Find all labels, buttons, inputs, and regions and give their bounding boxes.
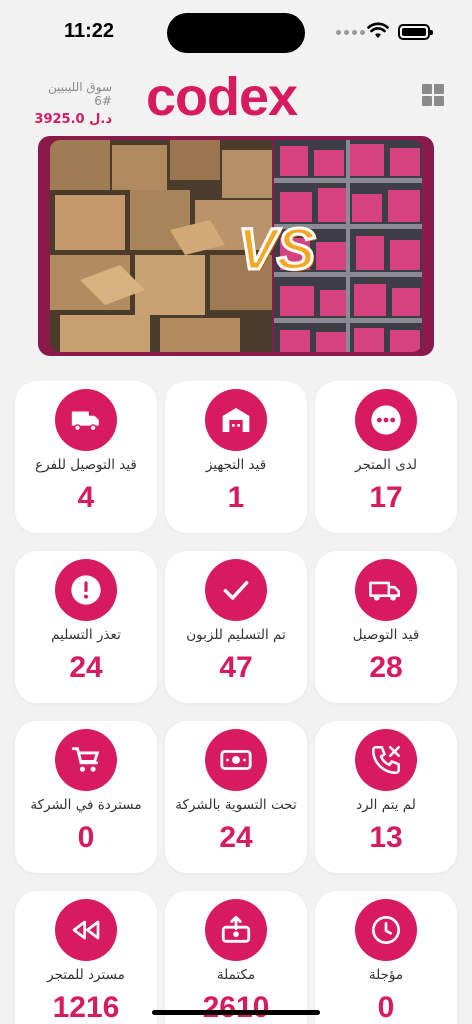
wifi-icon — [367, 22, 389, 38]
signal-icon — [336, 30, 365, 35]
more-dots-icon — [355, 389, 417, 451]
card-count: 4 — [77, 481, 95, 514]
rewind-icon — [55, 899, 117, 961]
card-count: 28 — [369, 651, 403, 684]
dynamic-island — [167, 13, 305, 53]
card-count: 17 — [369, 481, 403, 514]
card-pending-branch-delivery[interactable]: قيد التوصيل للفرع 4 — [15, 381, 157, 533]
check-icon — [205, 559, 267, 621]
store-name: سوق الليبيين #6 — [48, 80, 112, 108]
card-label: مكتملة — [216, 967, 256, 983]
home-indicator[interactable] — [152, 1010, 320, 1015]
card-returned-store[interactable]: مسترد للمتجر 1216 — [15, 891, 157, 1024]
warehouse-icon — [205, 389, 267, 451]
card-label: تعذر التسليم — [51, 627, 121, 643]
card-count: 24 — [219, 821, 253, 854]
card-in-delivery[interactable]: قيد التوصيل 28 — [315, 551, 457, 703]
money-icon — [205, 729, 267, 791]
card-label: مؤجلة — [368, 967, 404, 983]
card-count: 1216 — [52, 991, 120, 1024]
card-count: 47 — [219, 651, 253, 684]
truck-icon — [55, 389, 117, 451]
card-label: مسترد للمتجر — [47, 967, 125, 983]
card-count: 0 — [377, 991, 395, 1024]
card-postponed[interactable]: مؤجلة 0 — [315, 891, 457, 1024]
clock-icon — [355, 899, 417, 961]
card-label: قيد التجهيز — [205, 457, 267, 473]
store-balance: 3925.0 د.ل — [34, 112, 112, 127]
card-label: قيد التوصيل — [352, 627, 420, 643]
status-time: 11:22 — [64, 20, 115, 42]
battery-icon — [398, 24, 433, 40]
box-upload-icon — [205, 899, 267, 961]
delivery-truck-icon — [355, 559, 417, 621]
card-no-answer[interactable]: لم يتم الرد 13 — [315, 721, 457, 873]
promo-banner[interactable]: VS — [38, 136, 434, 356]
alert-icon — [55, 559, 117, 621]
card-under-settlement[interactable]: تحت التسوية بالشركة 24 — [165, 721, 307, 873]
card-delivered[interactable]: تم التسليم للزبون 47 — [165, 551, 307, 703]
card-count: 13 — [369, 821, 403, 854]
store-info: سوق الليبيين #6 3925.0 د.ل — [30, 80, 112, 127]
card-count: 1 — [227, 481, 245, 514]
card-label: تم التسليم للزبون — [186, 627, 286, 643]
card-label: قيد التوصيل للفرع — [35, 457, 137, 473]
codex-logo: codex — [146, 67, 298, 127]
card-count: 24 — [69, 651, 103, 684]
vs-badge: VS — [236, 216, 316, 284]
status-bar: 11:22 — [0, 0, 472, 64]
grid-menu-icon[interactable] — [422, 84, 444, 106]
card-preparing[interactable]: قيد التجهيز 1 — [165, 381, 307, 533]
card-returned-company[interactable]: مستردة في الشركة 0 — [15, 721, 157, 873]
cart-icon — [55, 729, 117, 791]
card-label: لم يتم الرد — [356, 797, 416, 813]
card-completed[interactable]: مكتملة 2610 — [165, 891, 307, 1024]
card-count: 0 — [77, 821, 95, 854]
phone-missed-icon — [355, 729, 417, 791]
card-label: تحت التسوية بالشركة — [175, 797, 297, 813]
card-at-store[interactable]: لدى المتجر 17 — [315, 381, 457, 533]
card-label: مستردة في الشركة — [30, 797, 142, 813]
card-count: 2610 — [202, 991, 270, 1024]
card-delivery-failed[interactable]: تعذر التسليم 24 — [15, 551, 157, 703]
card-label: لدى المتجر — [355, 457, 417, 473]
